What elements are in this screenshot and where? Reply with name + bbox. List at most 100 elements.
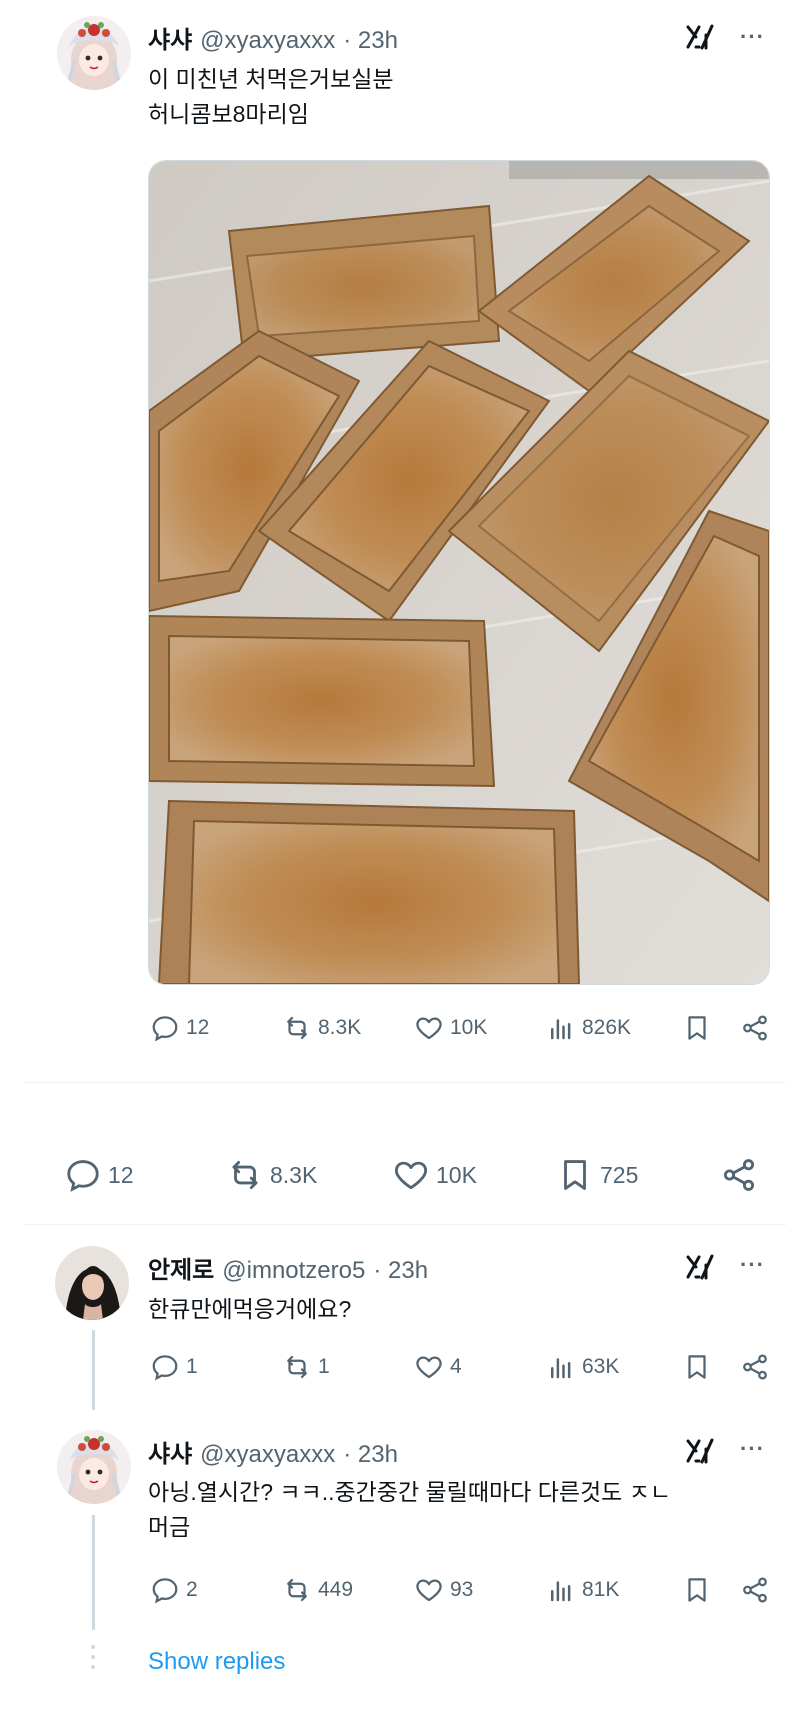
timestamp[interactable]: · 23h [343,27,398,55]
bookmark-button[interactable] [682,1352,712,1382]
tweet-header: 샤샤 @xyaxyaxxx · 23h [148,20,398,55]
repost-button[interactable]: 1 [282,1352,330,1382]
share-icon [740,1013,770,1043]
show-replies-link[interactable]: Show replies [148,1648,285,1676]
reply-icon [64,1156,102,1194]
repost-icon [282,1575,312,1605]
reply-text: 아닝.열시간? ㅋㅋ..중간중간 물릴때마다 다른것도 ㅈㄴ 머금 [148,1475,778,1545]
repost-count: 8.3K [270,1161,318,1188]
reply-icon [150,1352,180,1382]
repost-button[interactable]: 8.3K [226,1156,317,1194]
reply-count: 1 [186,1355,198,1378]
bookmark-button[interactable] [682,1013,712,1043]
repost-count: 449 [318,1578,354,1601]
like-count: 10K [436,1161,477,1188]
tweet-photo[interactable] [148,160,770,985]
share-button[interactable] [720,1156,758,1194]
more-options-icon[interactable]: ··· [740,24,765,50]
repost-button[interactable]: 449 [282,1575,353,1605]
like-button[interactable]: 4 [414,1352,462,1382]
views-button[interactable]: 826K [546,1013,631,1043]
reply-button[interactable]: 12 [150,1013,209,1043]
grok-icon[interactable] [686,24,714,50]
reply-icon [150,1013,180,1043]
reply-header: 샤샤 @xyaxyaxxx · 23h [148,1434,398,1469]
share-button[interactable] [740,1013,770,1043]
timestamp[interactable]: · 23h [343,1441,398,1469]
thread-dot [91,1665,95,1669]
views-icon [546,1352,576,1382]
views-button[interactable]: 63K [546,1352,619,1382]
reply-count: 2 [186,1578,198,1601]
views-icon [546,1013,576,1043]
views-button[interactable]: 81K [546,1575,619,1605]
repost-icon [226,1156,264,1194]
like-button[interactable]: 10K [414,1013,487,1043]
avatar[interactable] [57,16,131,90]
like-count: 10K [450,1016,488,1039]
share-icon [720,1156,758,1194]
tweet-actions: 12 8.3K 10K 826K [0,1013,810,1057]
repost-count: 8.3K [318,1016,362,1039]
divider [24,1082,786,1083]
reply-actions: 1 1 4 63K [0,1352,810,1392]
repost-icon [282,1013,312,1043]
thread-dot [91,1645,95,1649]
reply-text-line: 머금 [148,1514,191,1540]
bookmark-button[interactable] [682,1575,712,1605]
display-name[interactable]: 샤샤 [148,1434,192,1469]
share-button[interactable] [740,1352,770,1382]
like-count: 93 [450,1578,474,1601]
heart-icon [414,1575,444,1605]
reply-text-line: 아닝.열시간? ㅋㅋ..중간중간 물릴때마다 다른것도 ㅈㄴ [148,1479,672,1505]
detail-actions: 12 8.3K 10K 725 [0,1156,810,1204]
reply-actions: 2 449 93 81K [0,1575,810,1615]
like-button[interactable]: 93 [414,1575,473,1605]
user-avatar-image [57,16,131,90]
avatar[interactable] [55,1246,129,1320]
timestamp[interactable]: · 23h [373,1257,428,1285]
bookmark-button[interactable]: 725 [556,1156,638,1194]
divider [24,1224,786,1225]
user-handle[interactable]: @xyaxyaxxx [200,27,335,55]
like-count: 4 [450,1355,462,1378]
reply-header: 안제로 @imnotzero5 · 23h [148,1250,428,1285]
display-name[interactable]: 샤샤 [148,20,192,55]
share-icon [740,1575,770,1605]
user-handle[interactable]: @imnotzero5 [222,1257,365,1285]
reply-count: 12 [108,1161,134,1188]
photo-empty-chicken-boxes [149,161,769,984]
avatar[interactable] [57,1430,131,1504]
more-options-icon[interactable]: ··· [740,1252,765,1278]
repost-icon [282,1352,312,1382]
heart-icon [414,1013,444,1043]
views-count: 81K [582,1578,620,1601]
tweet-text-line: 이 미친년 처먹은거보실분 [148,66,394,92]
grok-icon[interactable] [686,1438,714,1464]
bookmark-icon [682,1575,712,1605]
views-count: 63K [582,1355,620,1378]
reply-button[interactable]: 1 [150,1352,198,1382]
reply-button[interactable]: 2 [150,1575,198,1605]
heart-icon [414,1352,444,1382]
repost-button[interactable]: 8.3K [282,1013,361,1043]
views-count: 826K [582,1016,632,1039]
user-avatar-image [55,1246,129,1320]
bookmark-icon [682,1352,712,1382]
bookmark-icon [556,1156,594,1194]
more-options-icon[interactable]: ··· [740,1436,765,1462]
share-button[interactable] [740,1575,770,1605]
bookmark-count: 725 [600,1161,639,1188]
bookmark-icon [682,1013,712,1043]
grok-icon[interactable] [686,1254,714,1280]
display-name[interactable]: 안제로 [148,1250,214,1285]
like-button[interactable]: 10K [392,1156,477,1194]
user-handle[interactable]: @xyaxyaxxx [200,1441,335,1469]
reply-button[interactable]: 12 [64,1156,134,1194]
share-icon [740,1352,770,1382]
user-avatar-image [57,1430,131,1504]
views-icon [546,1575,576,1605]
thread-dot [91,1655,95,1659]
reply-text: 한큐만에먹응거에요? [148,1296,352,1322]
reply-count: 12 [186,1016,210,1039]
